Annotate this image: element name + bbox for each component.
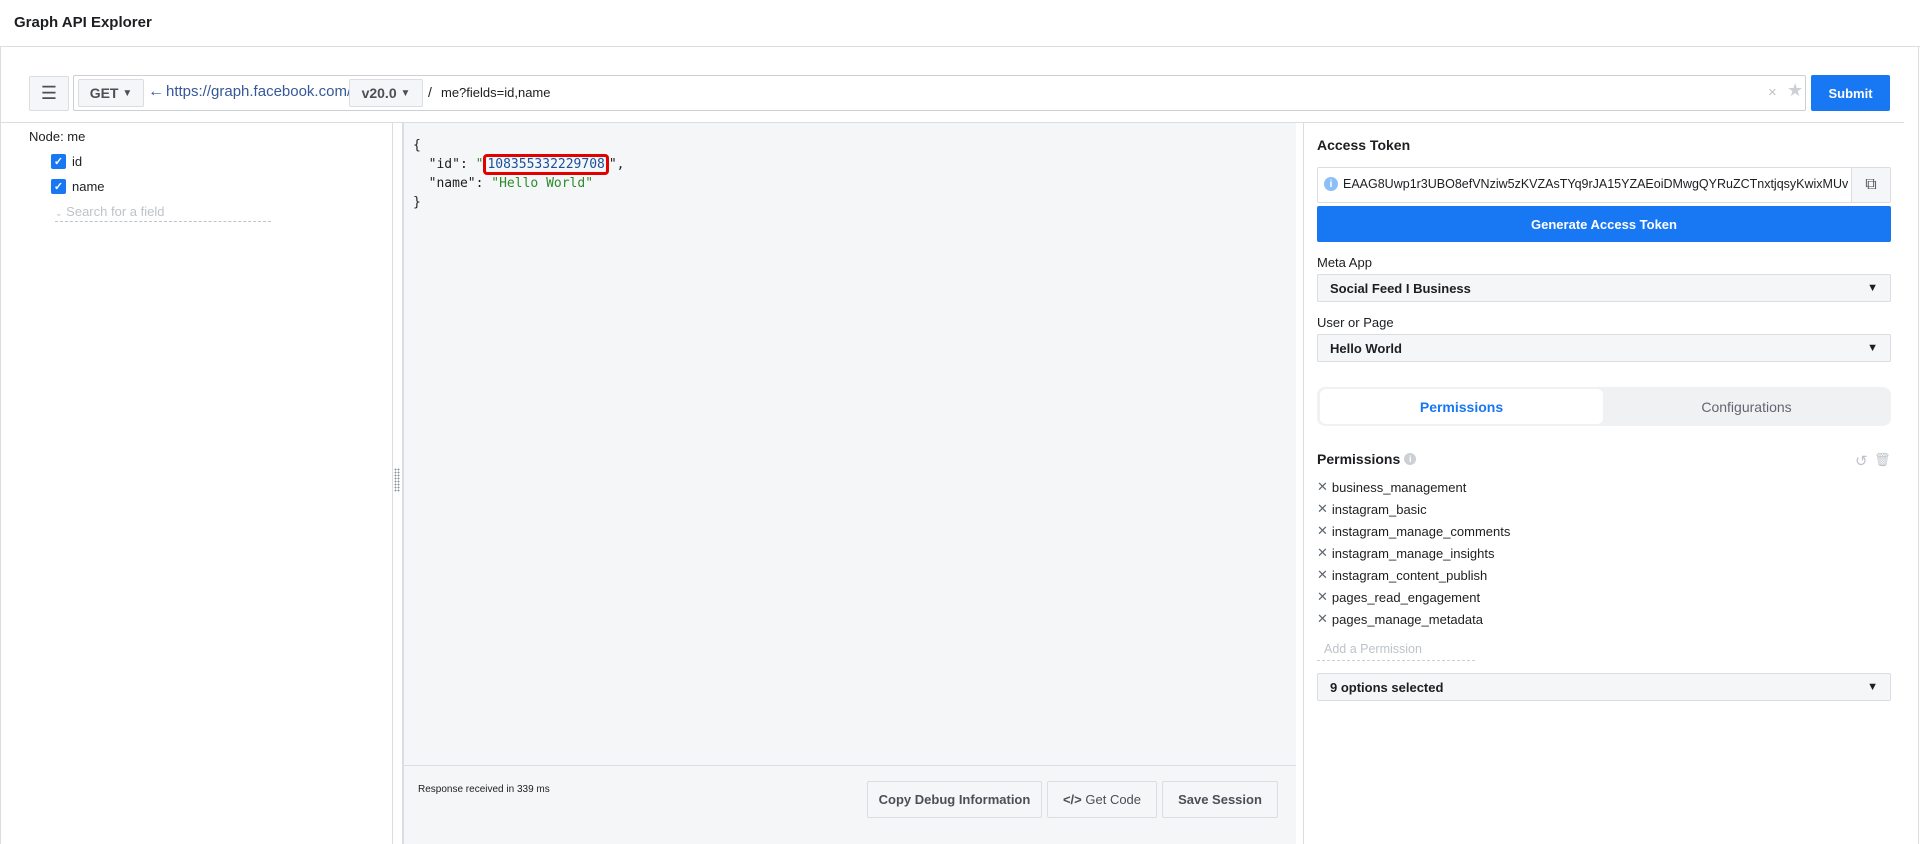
remove-icon[interactable]: ✕ — [1317, 545, 1328, 561]
remove-icon[interactable]: ✕ — [1317, 523, 1328, 539]
add-permission-input[interactable]: Add a Permission — [1317, 642, 1475, 661]
remove-icon[interactable]: ✕ — [1317, 479, 1328, 495]
arrow-left-icon: ← — [148, 83, 164, 100]
path-separator: / — [428, 84, 432, 100]
info-icon[interactable]: i — [1324, 177, 1338, 191]
copy-debug-button[interactable]: Copy Debug Information — [867, 781, 1042, 818]
drag-handle-icon[interactable] — [394, 468, 400, 492]
meta-app-dropdown[interactable]: Social Feed I Business ▼ — [1317, 274, 1891, 302]
caret-down-icon: ▼ — [1867, 342, 1878, 354]
base-url: https://graph.facebook.com/ — [166, 83, 352, 100]
right-splitter[interactable] — [1296, 123, 1304, 844]
field-search-input[interactable]: ⌄ Search for a field — [55, 204, 271, 222]
checkbox-checked-icon[interactable]: ✓ — [51, 154, 66, 169]
permission-item: ✕ pages_manage_metadata — [1317, 611, 1483, 627]
id-value-highlight: 108355332229708 — [483, 154, 609, 175]
submit-button[interactable]: Submit — [1811, 75, 1890, 111]
title-bar — [0, 0, 1920, 47]
save-session-button[interactable]: Save Session — [1162, 781, 1278, 818]
permissions-heading: Permissions i — [1317, 451, 1417, 467]
app-title: Graph API Explorer — [14, 14, 152, 31]
access-token-value[interactable]: EAAG8Uwp1r3UBO8efVNziw5zKVZAsTYq9rJA15YZ… — [1343, 177, 1848, 191]
info-icon[interactable]: i — [1404, 453, 1417, 465]
caret-down-icon: ▼ — [122, 87, 133, 99]
remove-icon[interactable]: ✕ — [1317, 567, 1328, 583]
user-page-dropdown[interactable]: Hello World ▼ — [1317, 334, 1891, 362]
left-splitter[interactable] — [392, 123, 402, 844]
copy-icon[interactable]: ⧉ — [1851, 168, 1890, 202]
permission-item: ✕ pages_read_engagement — [1317, 589, 1481, 605]
menu-button[interactable]: ☰ — [29, 76, 69, 111]
method-dropdown[interactable]: GET ▼ — [78, 79, 144, 107]
response-json: { "id": " 108355332229708 ", "name": "Hell… — [413, 138, 625, 210]
clear-icon[interactable]: × — [1768, 84, 1777, 101]
divider — [402, 765, 1296, 766]
trash-icon[interactable]: 🗑 — [1874, 452, 1891, 468]
permission-item: ✕ instagram_manage_insights — [1317, 545, 1495, 561]
response-status: Response received in 339 ms — [418, 784, 550, 795]
get-code-button[interactable]: </> Get Code — [1047, 781, 1157, 818]
permission-item: ✕ business_management — [1317, 479, 1467, 495]
remove-icon[interactable]: ✕ — [1317, 589, 1328, 605]
permissions-dropdown[interactable]: 9 options selected ▼ — [1317, 673, 1891, 701]
node-label: Node: me — [29, 129, 86, 144]
access-token-label: Access Token — [1317, 137, 1411, 153]
checkbox-checked-icon[interactable]: ✓ — [51, 179, 66, 194]
caret-down-icon: ▼ — [1867, 282, 1878, 294]
caret-down-icon: ▼ — [1867, 681, 1878, 693]
field-id[interactable]: ✓ id — [51, 154, 82, 169]
tab-permissions[interactable]: Permissions — [1320, 389, 1603, 424]
field-name[interactable]: ✓ name — [51, 179, 105, 194]
hamburger-icon: ☰ — [40, 83, 58, 103]
remove-icon[interactable]: ✕ — [1317, 611, 1328, 627]
star-icon[interactable]: ★ — [1787, 80, 1803, 101]
tab-configurations[interactable]: Configurations — [1605, 389, 1888, 424]
permission-item: ✕ instagram_basic — [1317, 501, 1427, 517]
remove-icon[interactable]: ✕ — [1317, 501, 1328, 517]
permission-item: ✕ instagram_content_publish — [1317, 567, 1488, 583]
response-panel — [402, 123, 1296, 844]
undo-icon[interactable]: ↺ — [1855, 452, 1868, 470]
permission-list: ✕ business_management ✕ instagram_basic ✕ i… — [1317, 476, 1510, 630]
code-icon: </> — [1062, 792, 1082, 807]
permission-item: ✕ instagram_manage_comments — [1317, 523, 1511, 539]
version-dropdown[interactable]: v20.0 ▼ — [349, 79, 423, 107]
chevron-down-icon: ⌄ — [55, 208, 63, 218]
caret-down-icon: ▼ — [400, 87, 411, 99]
user-page-label: User or Page — [1317, 315, 1394, 330]
generate-token-button[interactable]: Generate Access Token — [1317, 206, 1891, 242]
meta-app-label: Meta App — [1317, 255, 1372, 270]
path-input[interactable]: me?fields=id,name — [441, 85, 550, 100]
